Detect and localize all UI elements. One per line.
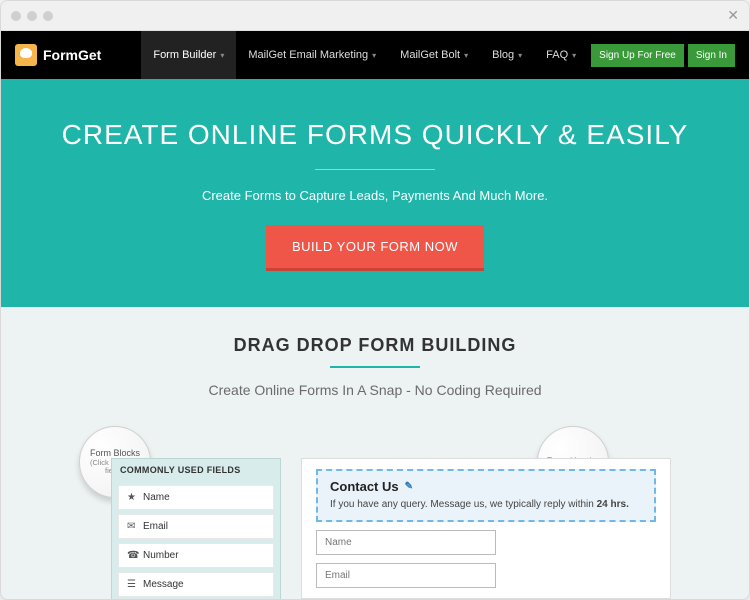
hero-section: CREATE ONLINE FORMS QUICKLY & EASILY Cre… (1, 79, 749, 307)
form-canvas: Contact Us ✎ If you have any query. Mess… (301, 458, 671, 599)
person-icon: ★ (127, 492, 137, 503)
drag-drop-section: DRAG DROP FORM BUILDING Create Online Fo… (1, 307, 749, 599)
brand-logo-icon (15, 44, 37, 66)
nav-item-label: MailGet Bolt (400, 49, 460, 61)
hero-subtitle: Create Forms to Capture Leads, Payments … (21, 188, 729, 203)
field-palette: COMMONLY USED FIELDS ★ Name ✉ Email ☎ Nu… (111, 458, 281, 599)
palette-item-email[interactable]: ✉ Email (118, 514, 274, 539)
form-title-text: Contact Us (330, 479, 399, 494)
section-subtitle: Create Online Forms In A Snap - No Codin… (21, 382, 729, 398)
form-title: Contact Us ✎ (330, 479, 642, 494)
form-subtitle-text: If you have any query. Message us, we ty… (330, 499, 597, 510)
nav-item-label: Form Builder (153, 49, 216, 61)
palette-item-label: Message (143, 579, 184, 590)
email-icon: ✉ (127, 521, 137, 532)
palette-header: COMMONLY USED FIELDS (112, 459, 280, 481)
chevron-down-icon: ▾ (464, 51, 468, 60)
divider (315, 169, 435, 170)
form-field-email[interactable]: Email (316, 563, 496, 588)
palette-item-number[interactable]: ☎ Number (118, 543, 274, 568)
nav-item-form-builder[interactable]: Form Builder ▾ (141, 31, 236, 79)
form-header-block[interactable]: Contact Us ✎ If you have any query. Mess… (316, 469, 656, 522)
chevron-down-icon: ▾ (372, 51, 376, 60)
palette-item-message[interactable]: ☰ Message (118, 572, 274, 597)
chevron-down-icon: ▾ (220, 51, 224, 60)
brand-name: FormGet (43, 47, 101, 63)
message-icon: ☰ (127, 579, 137, 590)
palette-item-name[interactable]: ★ Name (118, 485, 274, 510)
nav-item-label: Blog (492, 49, 514, 61)
signup-button[interactable]: Sign Up For Free (591, 44, 684, 67)
palette-item-label: Name (143, 492, 170, 503)
form-field-name[interactable]: Name (316, 530, 496, 555)
window-dot[interactable] (27, 11, 37, 21)
chevron-down-icon: ▾ (518, 51, 522, 60)
nav-item-mailget-email[interactable]: MailGet Email Marketing ▾ (236, 31, 388, 79)
form-subtitle: If you have any query. Message us, we ty… (330, 498, 642, 512)
nav-item-label: FAQ (546, 49, 568, 61)
brand-logo[interactable]: FormGet (15, 44, 101, 66)
form-subtitle-bold: 24 hrs. (597, 499, 629, 510)
close-icon[interactable]: ✕ (727, 7, 739, 24)
nav-item-mailget-bolt[interactable]: MailGet Bolt ▾ (388, 31, 480, 79)
top-nav: FormGet Form Builder ▾ MailGet Email Mar… (1, 31, 749, 79)
chevron-down-icon: ▾ (572, 51, 576, 60)
phone-icon: ☎ (127, 550, 137, 561)
window-dot[interactable] (11, 11, 21, 21)
builder-preview: Form Blocks (Click to add to fields) ➘ F… (21, 438, 729, 599)
window-dot[interactable] (43, 11, 53, 21)
signin-button[interactable]: Sign In (688, 44, 735, 67)
nav-links: Form Builder ▾ MailGet Email Marketing ▾… (141, 31, 588, 79)
palette-item-label: Number (143, 550, 179, 561)
auth-buttons: Sign Up For Free Sign In (591, 44, 735, 67)
hero-title: CREATE ONLINE FORMS QUICKLY & EASILY (21, 119, 729, 151)
section-title: DRAG DROP FORM BUILDING (21, 335, 729, 356)
window-titlebar: ✕ (1, 1, 749, 31)
palette-item-label: Email (143, 521, 168, 532)
nav-item-faq[interactable]: FAQ ▾ (534, 31, 588, 79)
nav-item-label: MailGet Email Marketing (248, 49, 368, 61)
build-form-button[interactable]: BUILD YOUR FORM NOW (266, 225, 484, 271)
window-controls (11, 11, 53, 21)
browser-window: ✕ FormGet Form Builder ▾ MailGet Email M… (0, 0, 750, 600)
nav-item-blog[interactable]: Blog ▾ (480, 31, 534, 79)
edit-icon[interactable]: ✎ (405, 481, 413, 492)
divider (330, 366, 420, 368)
